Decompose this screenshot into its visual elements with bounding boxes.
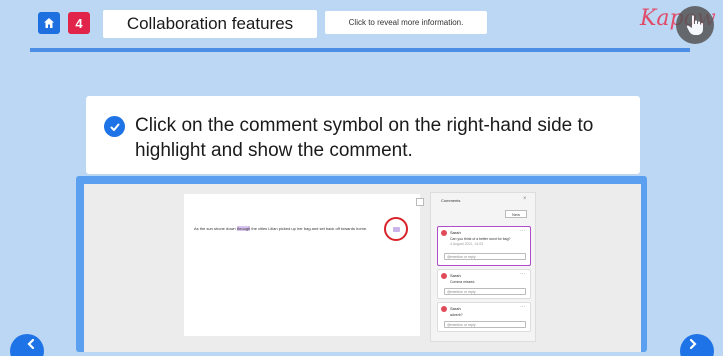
comment-text: adverb? — [450, 313, 463, 317]
more-icon[interactable]: ··· — [520, 228, 525, 234]
comment-card[interactable]: Sarah ··· Comma missed. @mention or repl… — [437, 269, 531, 299]
comments-panel-title: Comments — [441, 198, 461, 203]
comment-bubble-icon[interactable] — [393, 227, 400, 232]
document-page: As the sun shone down through the cities… — [184, 194, 420, 336]
highlighted-word: through — [236, 226, 251, 231]
reveal-info-button[interactable]: Click to reveal more information. — [325, 11, 487, 34]
comment-card[interactable]: Sarah ··· adverb? @mention or reply — [437, 302, 531, 332]
reply-input[interactable]: @mention or reply — [444, 288, 526, 295]
new-comment-button[interactable]: New — [505, 210, 527, 218]
avatar — [441, 306, 447, 312]
previous-button[interactable] — [10, 334, 44, 356]
reply-input[interactable]: @mention or reply — [444, 321, 526, 328]
next-button[interactable] — [680, 334, 714, 356]
home-icon — [44, 18, 54, 28]
chevron-right-icon — [689, 338, 697, 350]
comment-time: 4 August 2021, 14:03 — [450, 242, 484, 246]
more-icon[interactable]: ··· — [520, 271, 525, 277]
comment-author: Sarah — [450, 306, 461, 311]
reply-input[interactable]: @mention or reply — [444, 253, 526, 260]
comment-symbol-highlight[interactable] — [384, 217, 408, 241]
more-icon[interactable]: ··· — [520, 304, 525, 310]
comments-panel: Comments × New Sarah ··· Can you think o… — [430, 192, 536, 342]
instruction-text: Click on the comment symbol on the right… — [135, 115, 594, 161]
header-divider — [30, 48, 690, 52]
step-number-badge: 4 — [68, 12, 90, 34]
home-button[interactable] — [38, 12, 60, 34]
chevron-left-icon — [27, 338, 35, 350]
avatar — [441, 230, 447, 236]
comment-author: Sarah — [450, 273, 461, 278]
avatar — [441, 273, 447, 279]
comment-text: Comma missed. — [450, 280, 476, 284]
comment-author: Sarah — [450, 230, 461, 235]
document-text: As the sun shone down through the cities… — [194, 226, 368, 231]
page-title: Collaboration features — [103, 10, 317, 38]
check-icon — [104, 116, 125, 137]
doc-corner-icon — [416, 198, 424, 206]
close-icon[interactable]: × — [523, 196, 527, 202]
hand-pointer-icon — [686, 15, 703, 35]
comment-text: Can you think of a better word for bag? — [450, 237, 511, 241]
comment-card[interactable]: Sarah ··· Can you think of a better word… — [437, 226, 531, 266]
instruction-card: Click on the comment symbol on the right… — [86, 96, 640, 174]
hand-pointer-button[interactable] — [676, 6, 714, 44]
